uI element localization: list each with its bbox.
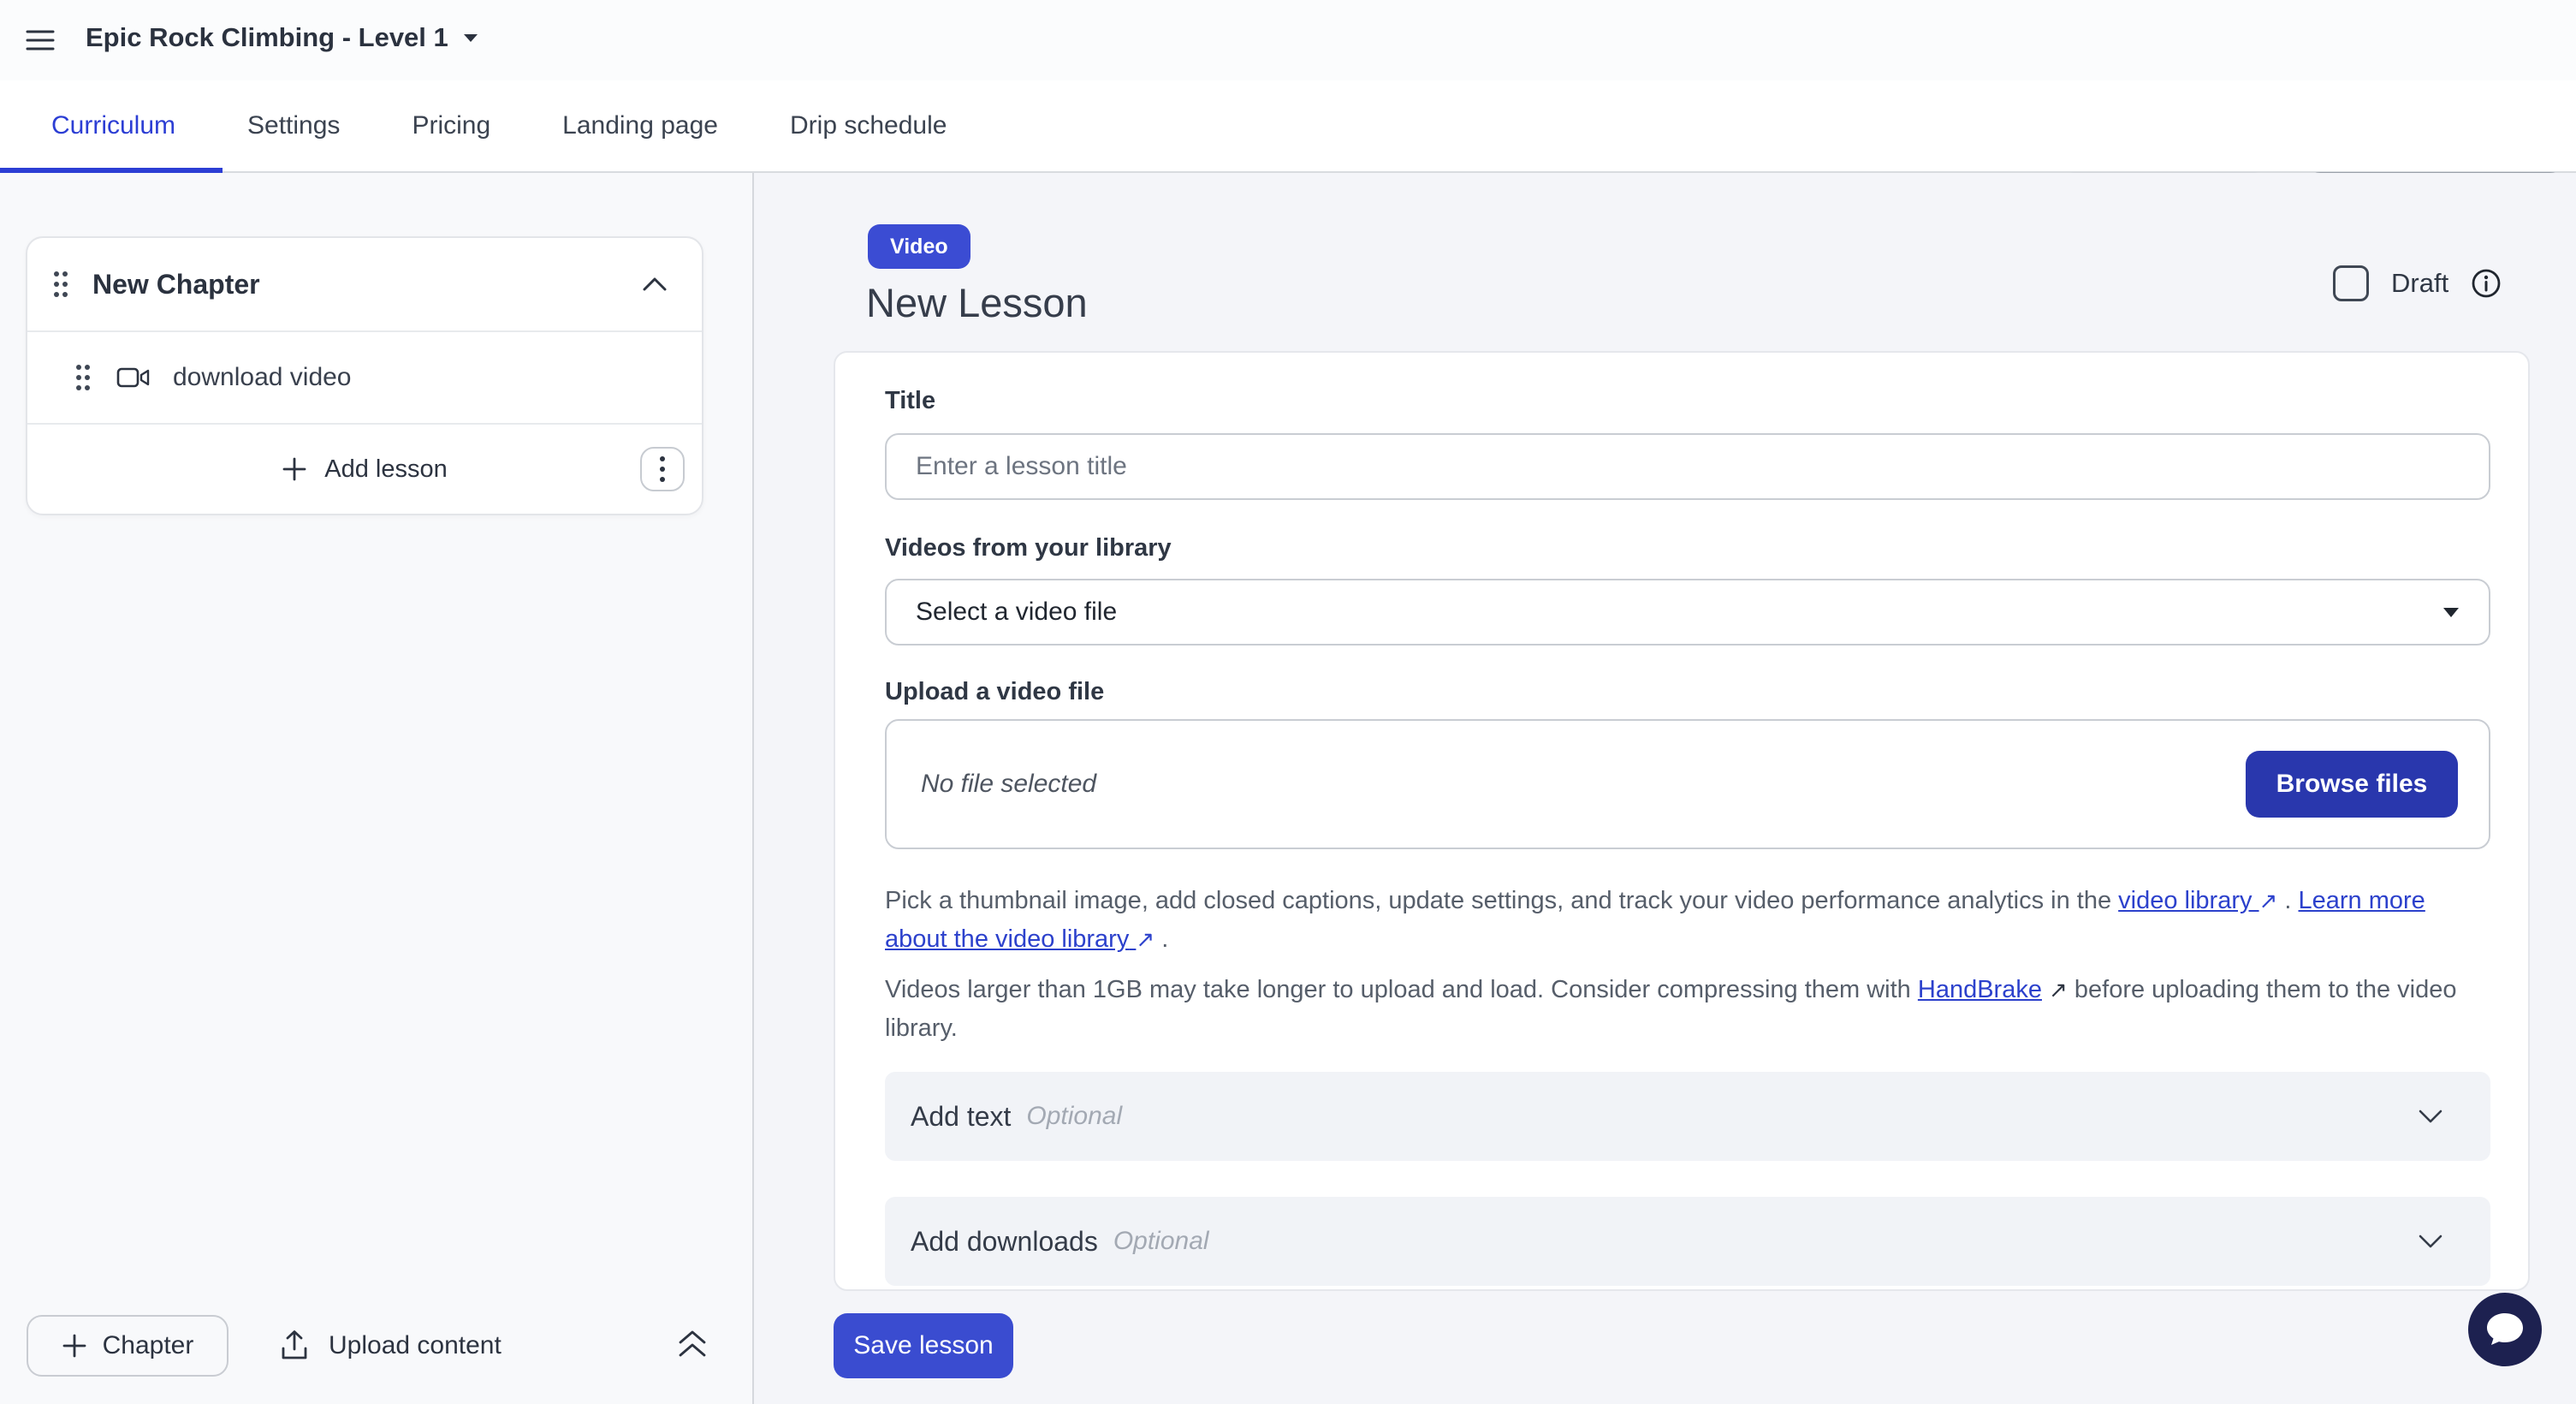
upload-field-label: Upload a video file <box>885 678 1104 706</box>
compression-help-text: Videos larger than 1GB may take longer t… <box>885 971 2490 1048</box>
external-link-icon: ↗ <box>1136 920 1154 959</box>
add-chapter-button[interactable]: Chapter <box>27 1315 229 1377</box>
help-text: Videos larger than 1GB may take longer t… <box>885 976 1918 1003</box>
optional-tag: Optional <box>1113 1227 1209 1256</box>
tab-landing-page[interactable]: Landing page <box>562 111 718 140</box>
sidebar-footer: Chapter Upload content <box>0 1315 752 1377</box>
chapter-menu-button[interactable] <box>640 447 685 491</box>
no-file-text: No file selected <box>921 770 1096 799</box>
course-title-dropdown[interactable]: Epic Rock Climbing - Level 1 <box>86 22 479 53</box>
drag-handle-icon[interactable] <box>75 360 91 395</box>
upload-icon <box>279 1330 310 1362</box>
hamburger-menu-icon[interactable] <box>26 26 55 55</box>
kebab-icon <box>659 455 666 484</box>
video-camera-icon <box>116 365 151 390</box>
save-lesson-button[interactable]: Save lesson <box>834 1313 1013 1378</box>
help-text: . <box>2277 887 2298 914</box>
browse-files-button[interactable]: Browse files <box>2246 751 2458 818</box>
chapter-header[interactable]: New Chapter <box>27 238 702 330</box>
collapse-all-button[interactable] <box>676 1329 709 1364</box>
chevron-down-icon <box>2419 1110 2442 1123</box>
video-library-select[interactable]: Select a video file <box>885 579 2490 645</box>
chat-widget-button[interactable] <box>2468 1293 2542 1366</box>
lesson-type-badge: Video <box>868 224 970 269</box>
chapter-footer: Add lesson <box>27 425 702 514</box>
chat-bubble-icon <box>2468 1293 2542 1366</box>
select-caret-icon <box>2442 607 2460 618</box>
library-field-label: Videos from your library <box>885 534 1172 562</box>
draft-label: Draft <box>2391 268 2448 299</box>
course-title-text: Epic Rock Climbing - Level 1 <box>86 22 448 53</box>
chevron-up-icon[interactable] <box>642 277 668 292</box>
handbrake-link[interactable]: HandBrake <box>1918 976 2042 1003</box>
page-title: New Lesson <box>866 279 1088 326</box>
tab-settings[interactable]: Settings <box>247 111 340 140</box>
curriculum-sidebar: New Chapter download video Add lesson <box>0 173 754 1404</box>
video-library-link[interactable]: video library ↗ <box>2118 887 2277 914</box>
add-text-label: Add text <box>911 1101 1011 1133</box>
chevron-down-icon <box>2419 1234 2442 1248</box>
draft-checkbox[interactable] <box>2333 265 2369 301</box>
add-lesson-label: Add lesson <box>324 455 448 484</box>
lesson-row[interactable]: download video <box>27 332 702 423</box>
lesson-form-card: Title Videos from your library Select a … <box>834 351 2530 1291</box>
course-builder-app: Epic Rock Climbing - Level 1 Curriculum … <box>0 0 2576 1404</box>
lesson-title-input[interactable] <box>885 433 2490 500</box>
info-icon[interactable] <box>2471 268 2502 299</box>
add-lesson-button[interactable]: Add lesson <box>282 455 448 484</box>
add-downloads-label: Add downloads <box>911 1226 1098 1258</box>
tab-curriculum[interactable]: Curriculum <box>51 111 175 140</box>
double-chevron-up-icon <box>676 1329 709 1359</box>
tab-bar: Curriculum Settings Pricing Landing page… <box>0 80 2576 173</box>
optional-tag: Optional <box>1026 1102 1122 1131</box>
file-upload-dropzone[interactable]: No file selected Browse files <box>885 719 2490 849</box>
chapter-title: New Chapter <box>92 269 642 300</box>
add-chapter-label: Chapter <box>103 1331 194 1360</box>
lesson-form: Title Videos from your library Select a … <box>885 353 2490 1289</box>
top-bar: Epic Rock Climbing - Level 1 <box>0 0 2576 80</box>
drag-handle-icon[interactable] <box>53 267 68 301</box>
title-field-label: Title <box>885 387 935 415</box>
chapter-card: New Chapter download video Add lesson <box>26 236 703 515</box>
draft-toggle-group: Draft <box>2333 265 2502 301</box>
tab-list: Curriculum Settings Pricing Landing page… <box>51 80 947 171</box>
add-text-panel[interactable]: Add text Optional <box>885 1072 2490 1161</box>
video-library-help-text: Pick a thumbnail image, add closed capti… <box>885 882 2490 959</box>
plus-icon <box>62 1333 87 1359</box>
upload-content-button[interactable]: Upload content <box>279 1315 502 1377</box>
help-text: . <box>1154 925 1168 953</box>
upload-content-label: Upload content <box>329 1331 502 1360</box>
tab-drip-schedule[interactable]: Drip schedule <box>790 111 947 140</box>
caret-down-icon <box>462 33 479 43</box>
lesson-editor-main: Video New Lesson Draft Title Videos from… <box>756 173 2576 1404</box>
lesson-title: download video <box>173 363 352 392</box>
help-text: Pick a thumbnail image, add closed capti… <box>885 887 2118 914</box>
external-link-icon: ↗ <box>2259 882 2278 920</box>
video-library-select-value: Select a video file <box>916 598 1117 627</box>
plus-icon <box>282 456 307 482</box>
add-downloads-panel[interactable]: Add downloads Optional <box>885 1197 2490 1286</box>
external-link-icon: ↗ <box>2049 971 2068 1009</box>
tab-pricing[interactable]: Pricing <box>412 111 490 140</box>
